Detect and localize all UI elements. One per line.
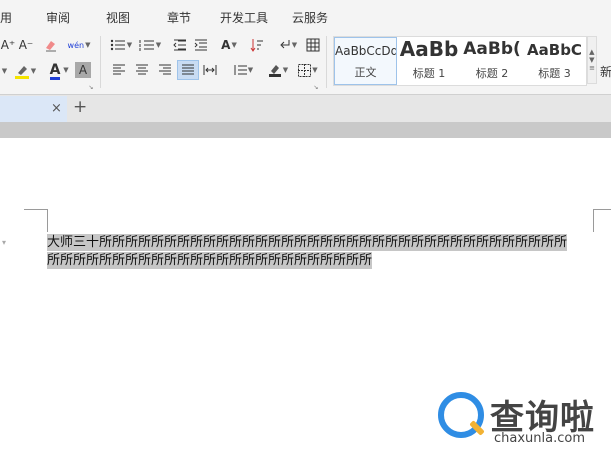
style-heading-3[interactable]: AaBbC 标题 3 <box>524 37 585 85</box>
chevron-down-icon: ▼ <box>30 67 37 75</box>
chevron-down-icon[interactable]: ▼ <box>0 62 8 80</box>
style-heading-1[interactable]: AaBb 标题 1 <box>399 37 459 85</box>
styles-scroll-icon[interactable]: ▲ ▼ ≡ <box>587 36 597 84</box>
crop-mark <box>593 209 611 210</box>
watermark-url: chaxunla.com <box>494 431 585 446</box>
phonetic-guide-icon[interactable]: wén ▼ <box>66 35 92 55</box>
borders-icon[interactable]: ▼ <box>295 62 321 78</box>
style-heading-2[interactable]: AaBb( 标题 2 <box>461 37 523 85</box>
chevron-down-icon: ▼ <box>126 41 133 49</box>
chevron-down-icon: ▼ <box>291 41 298 49</box>
styles-gallery: AaBbCcDd 正文 AaBb 标题 1 AaBb( 标题 2 AaBbC 标… <box>333 36 587 86</box>
chevron-down-icon: ▼ <box>85 41 91 49</box>
crop-mark <box>24 209 47 210</box>
paragraph-shading-icon[interactable]: ▼ <box>265 61 291 79</box>
clear-format-icon[interactable] <box>42 36 60 54</box>
document-body[interactable]: 大师三十所所所所所所所所所所所所所所所所所所所所所所所所所所所所所所所所所所所所… <box>47 234 595 270</box>
phonetic-guide-label: wén <box>67 40 85 50</box>
menu-bar: 用 审阅 视图 章节 开发工具 云服务 <box>0 0 611 32</box>
style-label: 标题 3 <box>538 67 571 80</box>
workspace-divider <box>0 122 611 138</box>
menu-view[interactable]: 视图 <box>106 9 130 26</box>
align-left-icon[interactable] <box>111 62 127 78</box>
character-shading-icon[interactable]: A <box>75 62 91 78</box>
style-label: 标题 1 <box>412 67 446 80</box>
numbered-list-icon[interactable]: ▼ <box>137 36 163 54</box>
crop-mark <box>593 209 594 232</box>
chevron-down-icon: ▼ <box>312 66 318 74</box>
style-sample: AaBb( <box>463 39 521 59</box>
line-break-icon[interactable]: ▼ <box>276 36 300 54</box>
align-center-icon[interactable] <box>134 62 150 78</box>
distribute-icon[interactable] <box>202 62 218 78</box>
ribbon-divider <box>326 36 327 88</box>
bullet-list-icon[interactable]: ▼ <box>108 36 134 54</box>
line-spacing-icon[interactable]: ▼ <box>230 62 256 78</box>
style-sample: AaBb <box>399 37 459 61</box>
chevron-down-icon: ▼ <box>231 41 237 49</box>
new-tab-icon[interactable]: + <box>73 97 87 117</box>
justify-icon[interactable] <box>177 60 199 80</box>
menu-developer-tools[interactable]: 开发工具 <box>220 9 268 26</box>
chevron-down-icon: ▼ <box>247 66 254 74</box>
chevron-down-icon: ▼ <box>282 66 289 74</box>
font-color-letter: A <box>49 61 61 80</box>
sort-icon[interactable] <box>248 36 266 54</box>
paragraph-marker-icon: ▾ <box>2 238 7 247</box>
crop-mark <box>47 209 48 232</box>
increase-indent-icon[interactable] <box>192 36 210 54</box>
menu-insert-partial[interactable]: 用 <box>0 9 12 26</box>
document-tab-strip: × + <box>0 94 611 123</box>
decrease-font-size-icon[interactable]: A⁻ <box>18 36 34 54</box>
highlight-color-icon[interactable]: ▼ <box>12 61 38 81</box>
selected-text-line[interactable]: 所所所所所所所所所所所所所所所所所所所所所所所所所 <box>47 252 373 269</box>
menu-chapter[interactable]: 章节 <box>167 9 191 26</box>
style-normal[interactable]: AaBbCcDd 正文 <box>334 37 397 85</box>
style-sample: AaBbC <box>527 41 582 59</box>
chevron-down-icon: ▼ <box>155 41 162 49</box>
menu-cloud-service[interactable]: 云服务 <box>292 9 328 26</box>
font-dialog-launcher-icon[interactable]: ↘ <box>88 84 94 91</box>
style-label: 标题 2 <box>475 67 509 80</box>
ribbon-divider <box>100 36 101 88</box>
document-tab[interactable]: × <box>0 96 67 123</box>
new-style-button[interactable]: 新 <box>600 64 611 79</box>
close-icon[interactable]: × <box>51 101 62 116</box>
character-spacing-icon[interactable]: A ▼ <box>216 36 242 54</box>
increase-font-size-icon[interactable]: A⁺ <box>0 36 16 54</box>
chaxunla-logo-icon <box>438 392 484 438</box>
table-icon[interactable] <box>304 36 322 54</box>
style-label: 正文 <box>354 66 377 79</box>
chevron-down-icon[interactable]: ▼ <box>63 64 69 76</box>
align-right-icon[interactable] <box>157 62 173 78</box>
menu-review[interactable]: 审阅 <box>46 9 70 26</box>
paragraph-dialog-launcher-icon[interactable]: ↘ <box>313 84 319 91</box>
decrease-indent-icon[interactable] <box>171 36 189 54</box>
selected-text-line[interactable]: 大师三十所所所所所所所所所所所所所所所所所所所所所所所所所所所所所所所所所所所所 <box>47 234 568 251</box>
style-sample: AaBbCcDd <box>335 44 396 58</box>
